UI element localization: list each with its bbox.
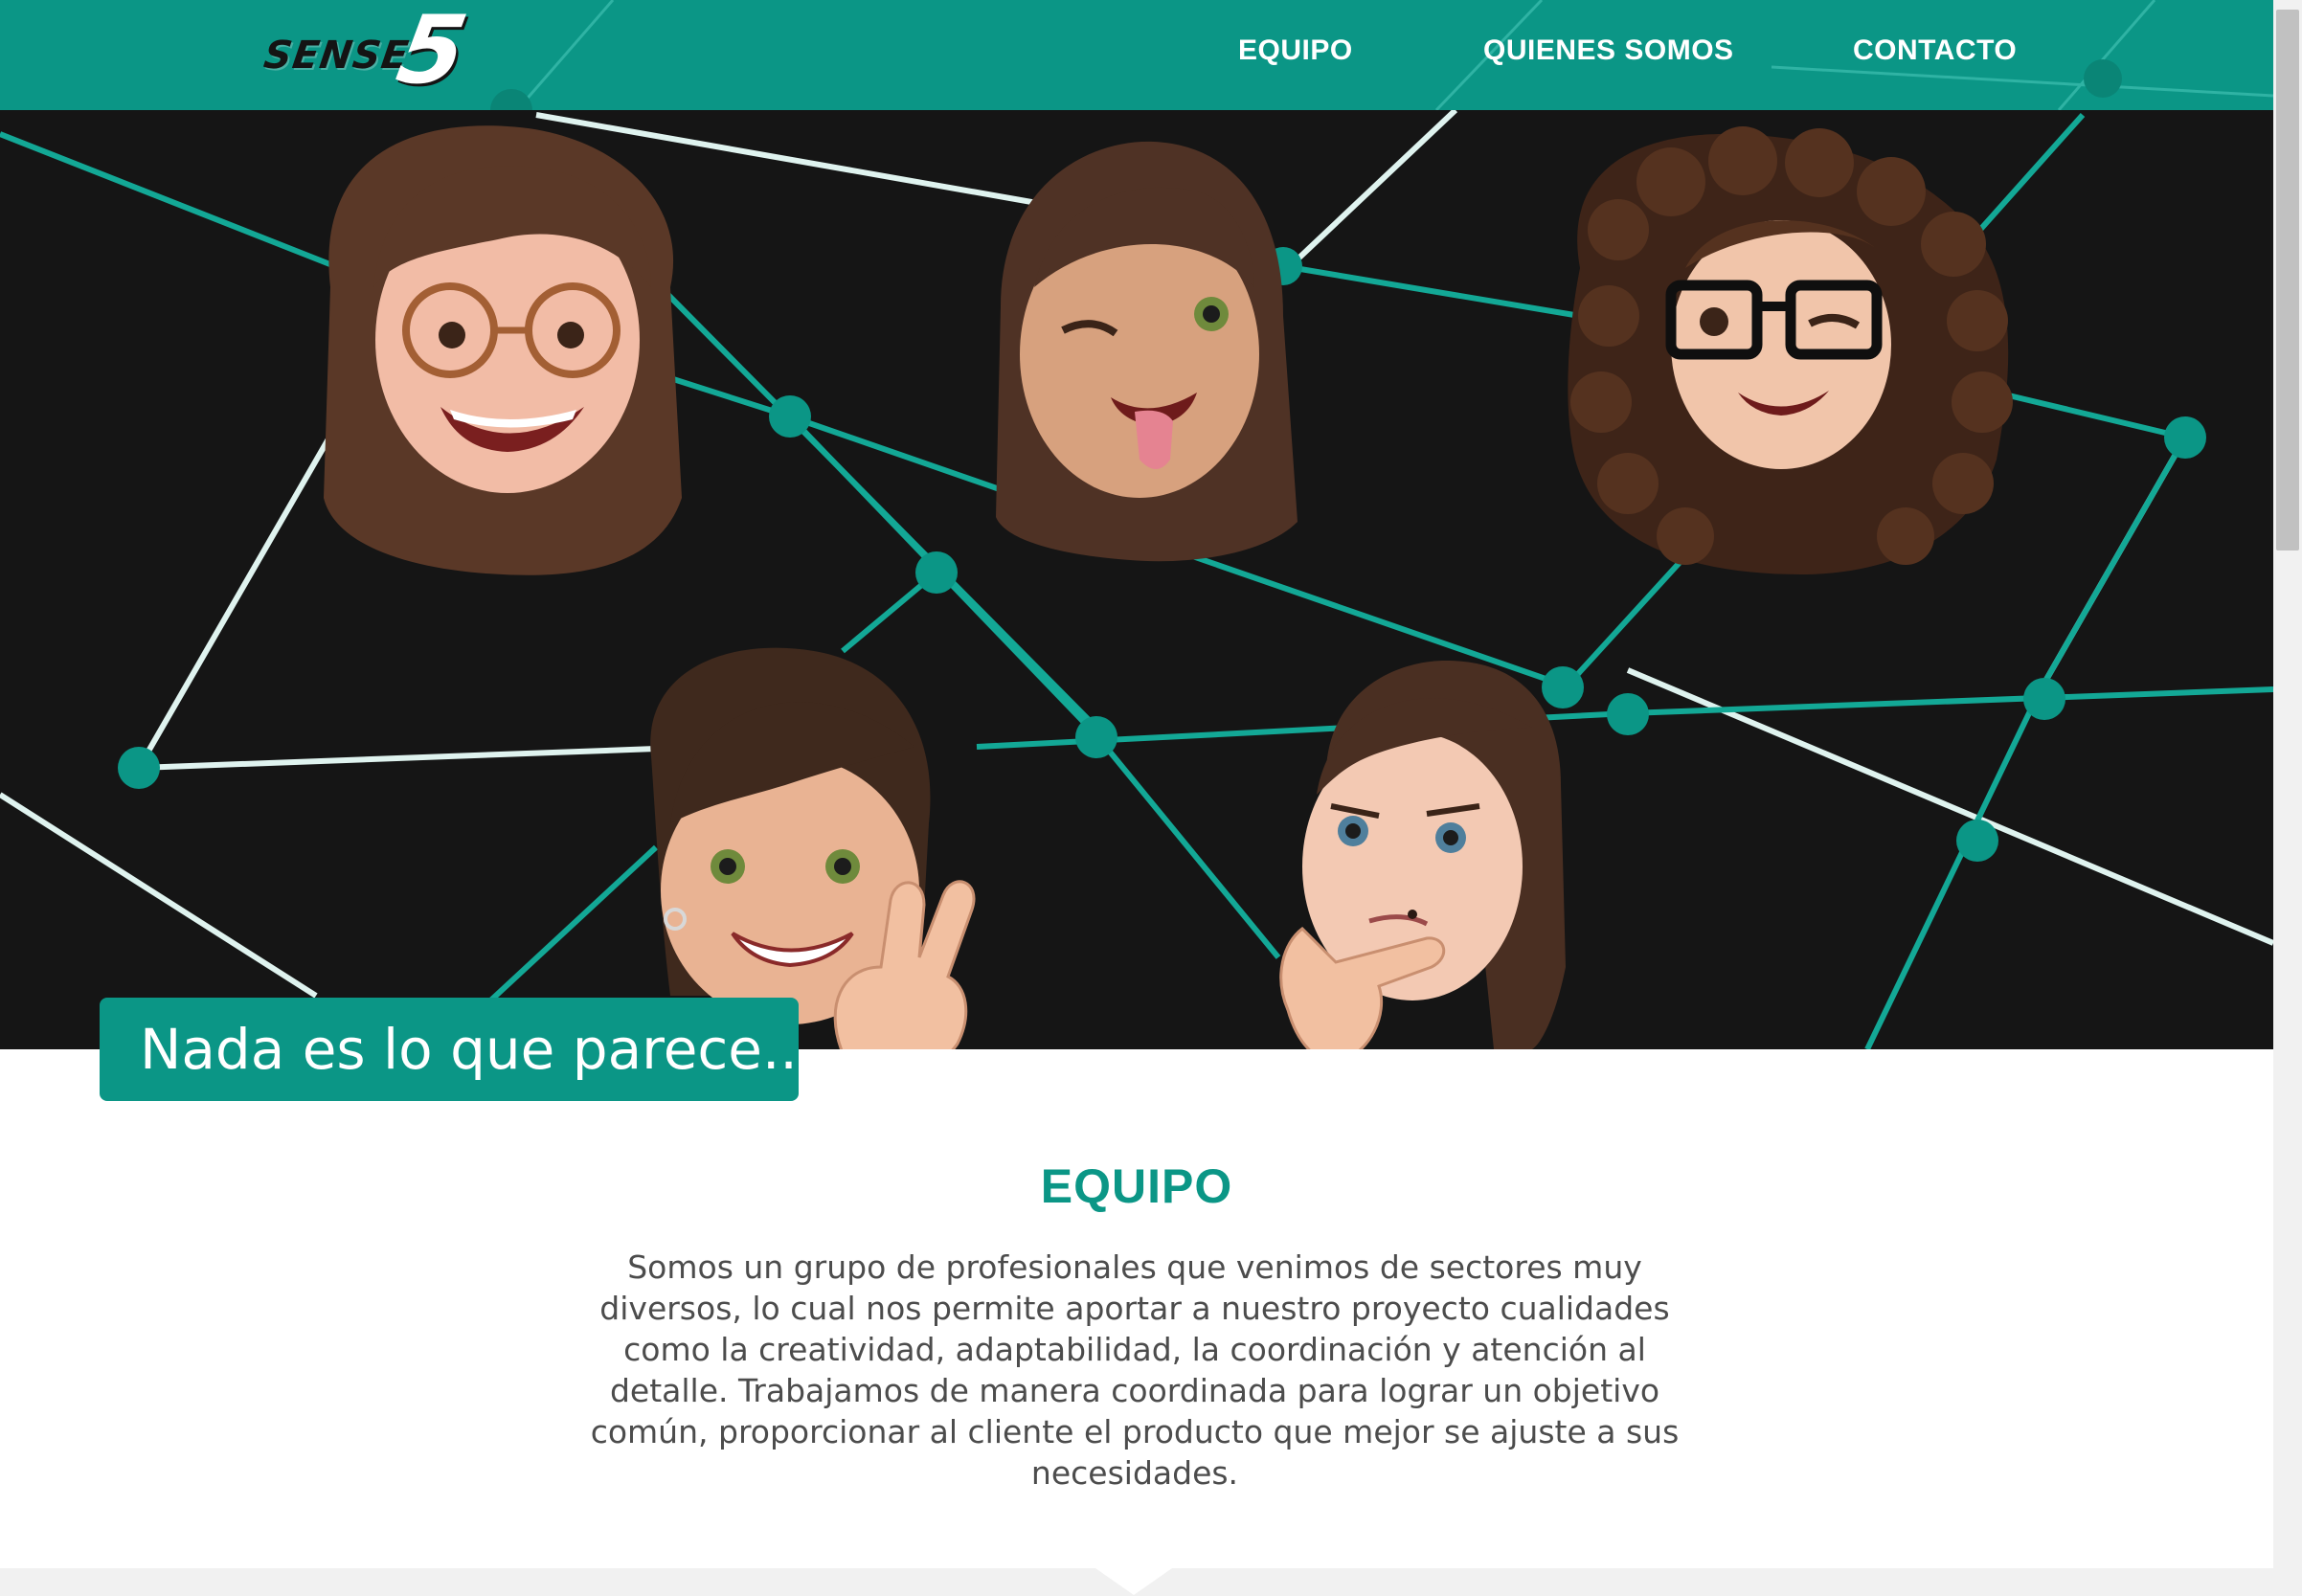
nav-link-quienes-somos[interactable]: QUIENES SOMOS bbox=[1483, 34, 1734, 67]
avatar-peace-sign bbox=[650, 647, 976, 1049]
hero-banner bbox=[0, 110, 2273, 1049]
nav-link-equipo[interactable]: EQUIPO bbox=[1238, 34, 1353, 67]
logo-wordmark: SENSE bbox=[260, 34, 412, 78]
hero-tagline-box: Nada es lo que parece... bbox=[100, 998, 815, 1101]
sense5-logo[interactable]: SENSE 5 bbox=[260, 0, 474, 105]
vertical-scrollbar[interactable] bbox=[2273, 0, 2302, 1596]
avatar-thinking bbox=[1279, 661, 1566, 1049]
scrollbar-thumb[interactable] bbox=[2276, 10, 2299, 551]
hero-network-illustration bbox=[0, 110, 2273, 1049]
avatar-winking-tongue bbox=[996, 141, 1298, 562]
hero-tagline: Nada es lo que parece... bbox=[140, 1017, 816, 1082]
nav-link-contacto[interactable]: CONTACTO bbox=[1853, 34, 2017, 67]
top-navigation-bar: SENSE 5 EQUIPO QUIENES SOMOS CONTACTO bbox=[0, 0, 2273, 110]
section-divider-arrow bbox=[1095, 1568, 1172, 1595]
page: SENSE 5 EQUIPO QUIENES SOMOS CONTACTO Na… bbox=[0, 0, 2302, 1596]
logo-number: 5 bbox=[389, 0, 475, 105]
avatar-glasses-girl bbox=[324, 125, 682, 575]
avatar-curly-hair bbox=[1568, 126, 2013, 574]
section-description: Somos un grupo de profesionales que veni… bbox=[590, 1248, 1680, 1492]
section-title-equipo: EQUIPO bbox=[1040, 1159, 1233, 1213]
